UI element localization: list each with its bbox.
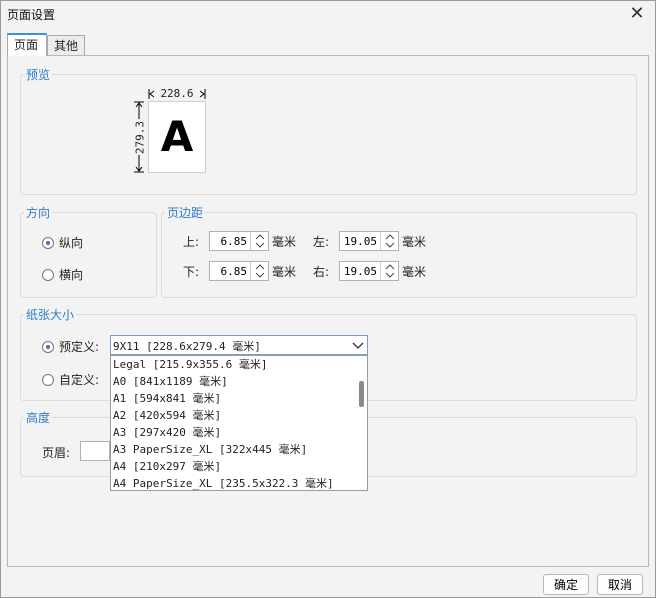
preview-height-dimension: 279.3 [132, 101, 147, 173]
stepper-arrows-icon[interactable] [381, 232, 399, 250]
margin-top-spinner[interactable] [209, 231, 269, 251]
portrait-radio-dot[interactable] [42, 236, 54, 249]
preview-letter: A [160, 112, 194, 161]
margin-right-input[interactable] [340, 262, 380, 280]
dropdown-option[interactable]: A2 [420x594 毫米] [113, 407, 221, 424]
stepper-arrows-icon[interactable] [381, 262, 399, 280]
paper-size-dropdown-list: Legal [215.9x355.6 毫米] A0 [841x1189 毫米] … [110, 355, 368, 491]
margin-left-input[interactable] [340, 232, 380, 250]
dropdown-scrollbar[interactable] [355, 356, 367, 490]
portrait-label: 纵向 [59, 236, 84, 250]
paper-size-select[interactable]: 9X11 [228.6x279.4 毫米] [110, 335, 368, 355]
margin-bottom-stepper[interactable] [250, 262, 268, 280]
margin-right-stepper[interactable] [380, 262, 398, 280]
stepper-arrows-icon[interactable] [251, 262, 269, 280]
dropdown-option[interactable]: A1 [594x841 毫米] [113, 390, 221, 407]
dropdown-option[interactable]: A0 [841x1189 毫米] [113, 373, 228, 390]
preview-width-dimension: 228.6 [148, 87, 206, 101]
landscape-radio-dot[interactable] [42, 268, 54, 281]
dropdown-option[interactable]: Legal [215.9x355.6 毫米] [113, 356, 267, 373]
stepper-arrows-icon[interactable] [251, 232, 269, 250]
margin-top-unit: 毫米 [272, 235, 297, 249]
margin-top-stepper[interactable] [250, 232, 268, 250]
header-label: 页眉: [42, 446, 71, 460]
ok-button[interactable]: 确定 [543, 574, 589, 595]
tab-other[interactable]: 其他 [47, 35, 85, 55]
tab-page[interactable]: 页面 [7, 33, 47, 56]
margins-group-title: 页边距 [165, 204, 206, 221]
portrait-radio[interactable]: 纵向 [42, 234, 83, 251]
cancel-button[interactable]: 取消 [597, 574, 643, 595]
chevron-down-icon[interactable] [349, 336, 367, 354]
dropdown-option[interactable]: A3 PaperSize_XL [322x445 毫米] [113, 441, 307, 458]
title-bar: 页面设置 ✕ [1, 1, 655, 29]
predefined-radio[interactable]: 预定义: [42, 338, 99, 355]
paper-size-selected: 9X11 [228.6x279.4 毫米] [113, 340, 261, 353]
margin-top-label: 上: [183, 235, 200, 249]
preview-height-label: 279.3 [133, 120, 147, 155]
margin-right-unit: 毫米 [402, 265, 427, 279]
preview-sheet: A [148, 101, 206, 173]
margin-bottom-unit: 毫米 [272, 265, 297, 279]
margin-top-input[interactable] [210, 232, 250, 250]
preview-group [20, 74, 637, 195]
dropdown-option[interactable]: A4 PaperSize_XL [235.5x322.3 毫米] [113, 475, 334, 490]
page-setup-dialog: 页面设置 ✕ 页面 其他 预览 228.6 279.3 A 方向 纵向 横向 页… [0, 0, 656, 598]
custom-radio-dot[interactable] [42, 373, 54, 386]
margin-bottom-label: 下: [183, 265, 200, 279]
preview-width-label: 228.6 [159, 87, 195, 100]
dropdown-option[interactable]: A4 [210x297 毫米] [113, 458, 221, 475]
margin-bottom-input[interactable] [210, 262, 250, 280]
predefined-label: 预定义: [59, 340, 100, 354]
preview-group-title: 预览 [24, 66, 53, 83]
orientation-group-title: 方向 [24, 204, 53, 221]
scrollbar-thumb[interactable] [359, 381, 364, 407]
dropdown-option[interactable]: A3 [297x420 毫米] [113, 424, 221, 441]
margin-left-spinner[interactable] [339, 231, 399, 251]
margin-left-label: 左: [313, 235, 330, 249]
tab-panel-page: 预览 228.6 279.3 A 方向 纵向 横向 页边距 上: 6.85 毫米… [7, 55, 649, 567]
landscape-radio[interactable]: 横向 [42, 266, 83, 283]
margins-group [161, 212, 637, 298]
window-title: 页面设置 [7, 8, 56, 22]
orientation-group [20, 212, 157, 298]
margin-left-stepper[interactable] [380, 232, 398, 250]
custom-label: 自定义: [59, 373, 100, 387]
close-icon[interactable]: ✕ [627, 4, 647, 24]
custom-radio[interactable]: 自定义: [42, 371, 99, 388]
margin-bottom-spinner[interactable] [209, 261, 269, 281]
margin-left-unit: 毫米 [402, 235, 427, 249]
margin-right-spinner[interactable] [339, 261, 399, 281]
paper-size-group-title: 纸张大小 [24, 306, 77, 323]
predefined-radio-dot[interactable] [42, 340, 54, 353]
height-group-title: 高度 [24, 409, 53, 426]
header-height-input[interactable] [80, 441, 110, 461]
margin-right-label: 右: [313, 265, 330, 279]
landscape-label: 横向 [59, 268, 84, 282]
